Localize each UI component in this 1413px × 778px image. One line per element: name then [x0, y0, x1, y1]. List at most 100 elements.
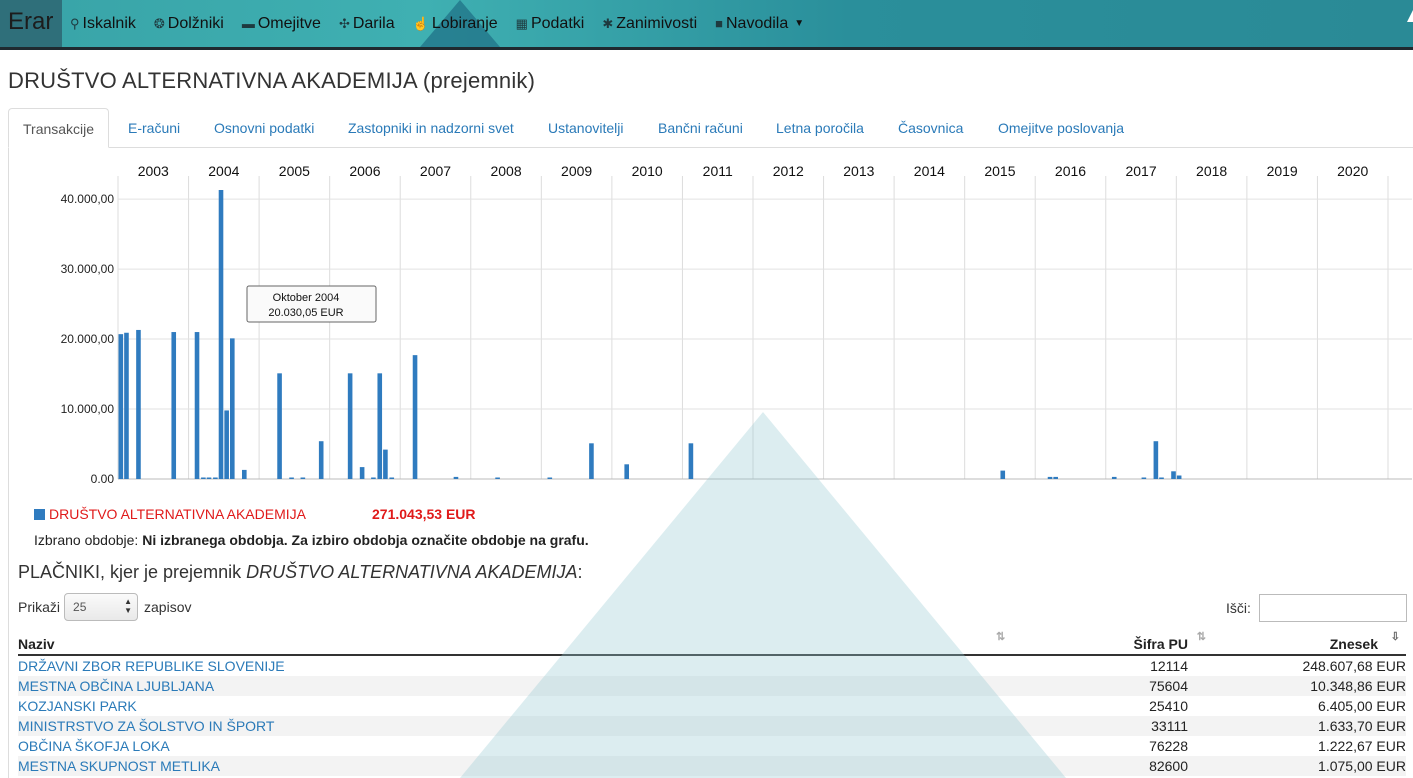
column-header-code[interactable]: Šifra PU [1134, 636, 1188, 652]
chart-bar[interactable] [1053, 476, 1058, 479]
nav-item-dol-niki[interactable]: ❂ Dolžniki [154, 15, 224, 33]
year-label[interactable]: 2003 [138, 163, 169, 179]
sort-amount-desc-icon[interactable]: ⇩ [1391, 630, 1400, 643]
payer-name-link[interactable]: KOZJANSKI PARK [18, 698, 137, 714]
tab-e-ra-uni[interactable]: E-računi [128, 108, 180, 148]
chart-bar[interactable] [389, 477, 395, 480]
chart-bar[interactable] [383, 449, 388, 479]
chart-legend: DRUŠTVO ALTERNATIVNA AKADEMIJA 271.043,5… [34, 506, 476, 522]
chart-bar[interactable] [124, 332, 129, 479]
nav-item-navodila[interactable]: ■ Navodila ▼ [715, 15, 804, 33]
year-label[interactable]: 2020 [1337, 163, 1368, 179]
chart-bar[interactable] [547, 477, 553, 480]
transactions-chart[interactable]: 40.000,00 30.000,00 20.000,00 10.000,00 0.00… [0, 148, 1413, 493]
year-label[interactable]: 2017 [1125, 163, 1156, 179]
chart-bar[interactable] [359, 467, 365, 479]
sort-name-icon[interactable]: ⇅ [996, 630, 1005, 643]
chart-bar[interactable] [213, 477, 218, 480]
chart-bar[interactable] [377, 373, 383, 479]
chart-bar[interactable] [1111, 476, 1117, 479]
chart-bar[interactable] [224, 410, 229, 479]
chart-bar[interactable] [1000, 470, 1006, 479]
tab-osnovni-podatki[interactable]: Osnovni podatki [214, 108, 314, 148]
year-label[interactable]: 2008 [490, 163, 521, 179]
year-label[interactable]: 2006 [349, 163, 380, 179]
chart-bar[interactable] [1153, 441, 1159, 479]
chart-bar[interactable] [589, 443, 594, 479]
chart-bar[interactable] [218, 190, 224, 479]
chart-bar[interactable] [1047, 476, 1053, 479]
year-label[interactable]: 2015 [984, 163, 1015, 179]
chart-bar[interactable] [495, 477, 500, 480]
nav-item-zanimivosti[interactable]: ✱ Zanimivosti [602, 15, 697, 33]
payer-name-link[interactable]: MESTNA OBČINA LJUBLJANA [18, 678, 214, 694]
year-label[interactable]: 2005 [279, 163, 310, 179]
chart-bar[interactable] [300, 477, 306, 480]
tab-letna-poro-ila[interactable]: Letna poročila [776, 108, 864, 148]
nav-item-darila[interactable]: ✣ Darila [339, 15, 395, 33]
tab-zastopniki-in-nadzorni-svet[interactable]: Zastopniki in nadzorni svet [348, 108, 514, 148]
year-label[interactable]: 2019 [1267, 163, 1298, 179]
payer-name-link[interactable]: MINISTRSTVO ZA ŠOLSTVO IN ŠPORT [18, 718, 274, 734]
chart-bar[interactable] [289, 477, 294, 480]
payer-amount: 1.633,70 EUR [1318, 718, 1406, 734]
tab-bar: Transakcije E-računi Osnovni podatki Zastop… [8, 108, 1413, 148]
chart-bar[interactable] [624, 464, 630, 479]
payer-name-link[interactable]: OBČINA ŠKOFJA LOKA [18, 738, 170, 754]
payers-heading-prefix: PLAČNIKI, kjer je prejemnik [18, 562, 247, 582]
chart-bar[interactable] [1159, 477, 1164, 480]
year-label[interactable]: 2016 [1055, 163, 1086, 179]
search-input[interactable] [1258, 594, 1407, 622]
column-header-name[interactable]: Naziv [18, 636, 55, 652]
hand-icon: ☝ [412, 15, 429, 31]
year-label[interactable]: 2010 [632, 163, 663, 179]
chart-bar[interactable] [1176, 475, 1182, 479]
chart-bar[interactable] [201, 477, 206, 480]
year-label[interactable]: 2013 [843, 163, 874, 179]
year-label[interactable]: 2009 [561, 163, 592, 179]
chart-bar[interactable] [347, 373, 353, 479]
brand-logo[interactable]: Erar [0, 0, 62, 47]
table-row: MESTNA SKUPNOST METLIKA 82600 1.075,00 EUR [18, 756, 1406, 776]
chart-bar[interactable] [453, 476, 459, 479]
year-label[interactable]: 2007 [420, 163, 451, 179]
table-row: OBČINA ŠKOFJA LOKA 76228 1.222,67 EUR [18, 736, 1406, 756]
gift-icon: ✣ [338, 15, 350, 31]
chart-bar[interactable] [277, 373, 282, 479]
column-header-amount[interactable]: Znesek [1330, 636, 1378, 652]
page-size-select[interactable]: 25 ▲ ▼ [64, 593, 139, 621]
chart-bar[interactable] [688, 443, 694, 479]
chart-bar[interactable] [171, 332, 177, 479]
chart-bar[interactable] [194, 332, 200, 479]
year-label[interactable]: 2012 [773, 163, 804, 179]
chart-bar[interactable] [206, 477, 212, 480]
nav-item-label: Podatki [530, 14, 585, 32]
chart-bar[interactable] [230, 338, 235, 479]
payer-code: 12114 [1150, 658, 1188, 674]
chart-bar[interactable] [1171, 471, 1176, 479]
nav-item-iskalnik[interactable]: ⚲ Iskalnik [70, 15, 136, 33]
chart-bar[interactable] [1141, 477, 1147, 480]
chart-bar[interactable] [118, 334, 124, 479]
tab-omejitve-poslovanja[interactable]: Omejitve poslovanja [998, 108, 1124, 148]
chart-bar[interactable] [318, 441, 324, 479]
sort-code-icon[interactable]: ⇅ [1197, 630, 1206, 643]
nav-item-lobiranje[interactable]: ☝ Lobiranje [413, 15, 498, 33]
year-label[interactable]: 2004 [208, 163, 239, 179]
year-label[interactable]: 2014 [914, 163, 945, 179]
chart-bar[interactable] [412, 355, 418, 479]
chart-bar[interactable] [136, 329, 141, 479]
chart-tooltip-amount: 20.030,05 EUR [268, 307, 343, 319]
tab-transakcije[interactable]: Transakcije [8, 108, 110, 148]
payer-name-link[interactable]: DRŽAVNI ZBOR REPUBLIKE SLOVENIJE [18, 658, 285, 674]
tab--asovnica[interactable]: Časovnica [898, 108, 963, 148]
payer-name-link[interactable]: MESTNA SKUPNOST METLIKA [18, 758, 220, 774]
chart-bar[interactable] [371, 477, 376, 480]
nav-item-podatki[interactable]: ▦ Podatki [516, 15, 585, 33]
year-label[interactable]: 2018 [1196, 163, 1227, 179]
chart-bar[interactable] [241, 469, 247, 479]
nav-item-omejitve[interactable]: ▬ Omejitve [242, 15, 321, 33]
year-label[interactable]: 2011 [703, 163, 733, 179]
tab-ban-ni-ra-uni[interactable]: Bančni računi [658, 108, 743, 148]
tab-ustanovitelji[interactable]: Ustanovitelji [548, 108, 623, 148]
